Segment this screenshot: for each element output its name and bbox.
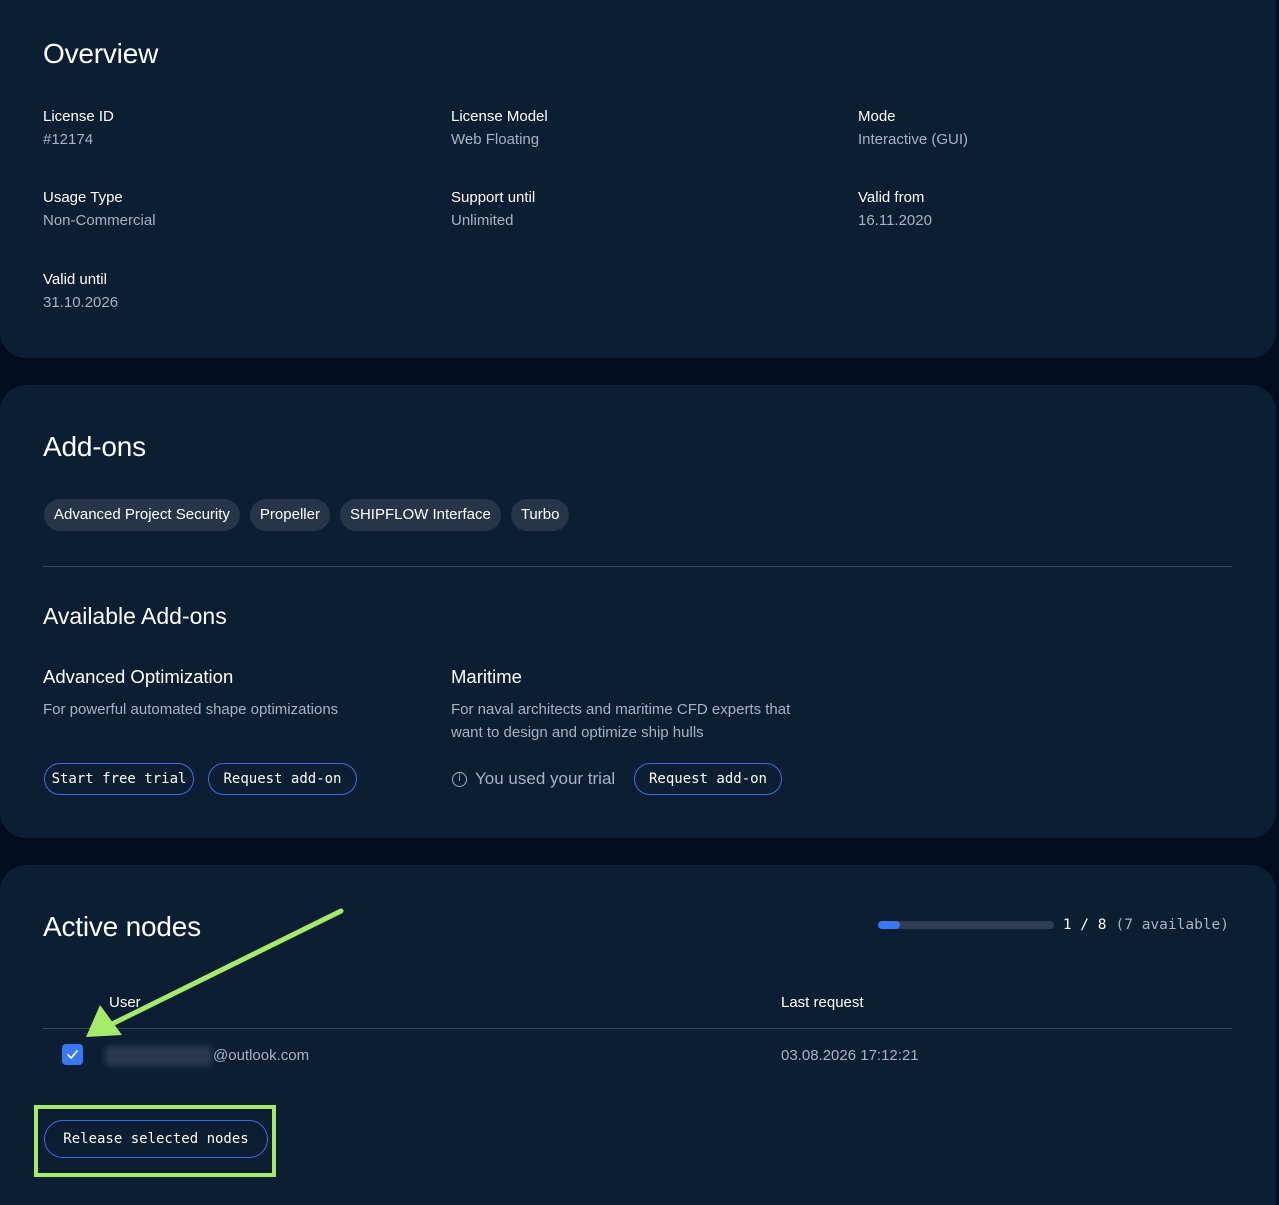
addon-chip: Advanced Project Security [44,499,240,531]
trial-used-text: You used your trial [475,769,616,788]
user-email-domain: @outlook.com [213,1047,310,1064]
addons-card: Add-ons Advanced Project Security Propel… [0,385,1276,838]
field-value: Web Floating [451,131,540,148]
node-usage: 1 / 8 (7 available) [877,917,1230,933]
redacted-username [105,1046,212,1066]
node-usage-bar [877,921,1054,929]
start-free-trial-button[interactable]: Start free trial [44,763,194,795]
addon-name-advanced-optimization: Advanced Optimization [43,666,234,687]
addon-description: For naval architects and maritime CFD ex… [451,698,790,744]
column-header-user: User [109,994,141,1011]
field-label: Valid from [858,189,925,206]
request-addon-button[interactable]: Request add-on [634,763,782,795]
field-usage-type: Usage Type Non-Commercial [43,189,156,229]
field-value: 16.11.2020 [858,212,932,229]
request-addon-button[interactable]: Request add-on [208,763,357,795]
field-label: Support until [451,189,536,206]
field-label: Usage Type [43,189,123,206]
field-value: #12174 [43,131,94,148]
node-usage-available: (7 available) [1115,917,1230,933]
field-mode: Mode Interactive (GUI) [858,108,968,148]
active-nodes-title: Active nodes [43,911,201,942]
addon-chip: SHIPFLOW Interface [339,499,501,531]
field-label: Valid until [43,271,107,288]
active-addons-list: Advanced Project Security Propeller SHIP… [44,499,570,531]
column-header-last-request: Last request [781,994,864,1011]
field-label: Mode [858,108,896,125]
addon-description: For powerful automated shape optimizatio… [43,701,339,718]
field-value: Unlimited [451,212,514,229]
addons-title: Add-ons [43,431,146,462]
field-value: 31.10.2026 [43,294,119,311]
node-usage-count: 1 / 8 [1062,917,1107,933]
addon-description-line: want to design and optimize ship hulls [451,724,704,741]
field-valid-from: Valid from 16.11.2020 [858,189,932,229]
annotation-arrow-icon [86,908,344,1037]
field-value: Interactive (GUI) [858,131,969,148]
addon-chip: Turbo [510,499,570,531]
trial-used-note: i You used your trial [452,769,615,789]
available-addons-title: Available Add-ons [43,603,227,629]
field-license-id: License ID #12174 [43,108,114,148]
field-label: License Model [451,108,548,125]
field-valid-until: Valid until 31.10.2026 [43,271,118,311]
field-value: Non-Commercial [43,212,156,229]
field-license-model: License Model Web Floating [451,108,548,148]
overview-title: Overview [43,38,159,69]
table-header-divider [43,1028,1232,1029]
addon-chip: Propeller [249,499,330,531]
annotation-highlight-box [34,1105,276,1177]
addon-description-line: For naval architects and maritime CFD ex… [451,701,791,718]
node-usage-bar-fill [877,921,900,929]
overview-card: Overview License ID #12174 License Model… [0,0,1276,358]
active-nodes-card: Active nodes 1 / 8 (7 available) User La… [0,865,1276,1205]
checkmark-icon [67,1050,78,1059]
field-label: License ID [43,108,114,125]
divider [43,566,1232,567]
info-icon: i [452,771,467,787]
row-select-checkbox[interactable] [62,1044,83,1065]
addon-name-maritime: Maritime [451,666,522,687]
last-request-value: 03.08.2026 17:12:21 [781,1047,919,1064]
field-support-until: Support until Unlimited [451,189,535,229]
